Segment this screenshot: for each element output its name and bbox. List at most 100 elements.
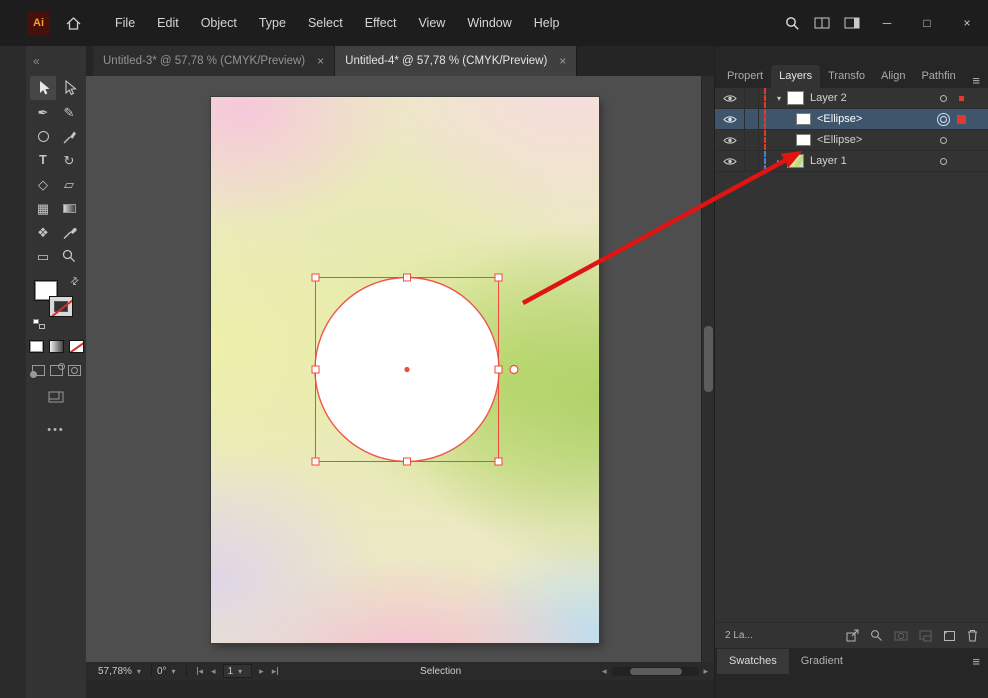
search-icon[interactable] — [785, 16, 800, 31]
paintbrush-tool[interactable] — [56, 124, 82, 148]
layer-row-ellipse[interactable]: <Ellipse> — [715, 130, 988, 151]
expand-icon[interactable]: ▾ — [771, 94, 787, 103]
artboard-navigation-dropdown[interactable]: 1 ▾ — [223, 664, 253, 678]
home-icon[interactable] — [65, 16, 82, 31]
tab-pathfinder[interactable]: Pathfin — [913, 65, 963, 88]
previous-artboard-button[interactable]: ◂ — [207, 666, 220, 677]
lock-column[interactable] — [745, 88, 759, 108]
layer-thumbnail[interactable] — [787, 91, 804, 105]
app-logo[interactable]: Ai — [27, 12, 50, 35]
layer-name[interactable]: Layer 2 — [810, 92, 934, 104]
horizontal-scrollbar-thumb[interactable] — [630, 668, 682, 675]
zoom-dropdown-icon[interactable]: ▾ — [132, 667, 146, 676]
zoom-level[interactable]: 57,78% — [98, 666, 132, 677]
layer-name[interactable]: <Ellipse> — [817, 113, 934, 125]
artboard-tool[interactable]: ▭ — [30, 244, 56, 268]
selection-indicator[interactable] — [952, 96, 970, 101]
layer-row-layer1[interactable]: ▸ Layer 1 — [715, 151, 988, 172]
zoom-tool[interactable] — [56, 244, 82, 268]
tab-align[interactable]: Align — [873, 65, 913, 88]
shear-tool[interactable]: ▱ — [56, 172, 82, 196]
pen-tool[interactable]: ✒ — [30, 100, 56, 124]
menu-type[interactable]: Type — [248, 16, 297, 30]
horizontal-scrollbar[interactable]: ◂ ▸ — [598, 662, 714, 680]
edit-toolbar-button[interactable]: ••• — [47, 424, 65, 436]
mesh-tool[interactable]: ▦ — [30, 196, 56, 220]
rotation-value[interactable]: 0° — [157, 666, 167, 677]
gradient-tool[interactable] — [56, 196, 82, 220]
draw-inside-button[interactable] — [68, 365, 81, 376]
last-artboard-button[interactable]: ▸ — [268, 666, 284, 677]
ellipse-tool[interactable] — [30, 124, 56, 148]
selection-tool[interactable] — [30, 76, 56, 100]
tab-layers[interactable]: Layers — [771, 65, 820, 88]
object-thumbnail[interactable] — [796, 134, 811, 146]
eyedropper-tool[interactable] — [56, 220, 82, 244]
scroll-left-icon[interactable]: ◂ — [598, 666, 611, 677]
tab-swatches[interactable]: Swatches — [717, 649, 789, 674]
scroll-right-icon[interactable]: ▸ — [699, 666, 712, 677]
canvas-area[interactable] — [86, 76, 714, 662]
rotate-tool[interactable]: ↻ — [56, 148, 82, 172]
collect-for-export-icon[interactable] — [846, 629, 859, 642]
tab-transform[interactable]: Transfo — [820, 65, 873, 88]
none-button[interactable] — [69, 340, 84, 353]
visibility-toggle[interactable] — [715, 151, 745, 171]
panel-menu-icon[interactable]: ≡ — [972, 73, 980, 88]
visibility-toggle[interactable] — [715, 130, 745, 150]
draw-behind-button[interactable] — [50, 365, 63, 376]
minimize-button[interactable]: ─ — [874, 16, 900, 30]
make-clipping-mask-icon[interactable] — [894, 630, 908, 642]
next-artboard-button[interactable]: ▸ — [255, 666, 268, 677]
default-fill-stroke-icon[interactable] — [33, 319, 45, 329]
close-tab-icon[interactable]: × — [559, 54, 566, 68]
menu-object[interactable]: Object — [190, 16, 248, 30]
color-button[interactable] — [29, 340, 44, 353]
expand-icon[interactable]: ▸ — [771, 157, 787, 166]
lock-column[interactable] — [745, 151, 759, 171]
screen-mode-button[interactable] — [48, 390, 64, 408]
vertical-scrollbar-thumb[interactable] — [704, 326, 713, 392]
selection-indicator[interactable] — [952, 115, 970, 124]
pencil-tool[interactable]: ✎ — [56, 100, 82, 124]
scale-tool[interactable]: ◇ — [30, 172, 56, 196]
layer-name[interactable]: Layer 1 — [810, 155, 934, 167]
vertical-scrollbar[interactable] — [701, 76, 714, 662]
stroke-swatch[interactable] — [49, 296, 73, 317]
layer-name[interactable]: <Ellipse> — [817, 134, 934, 146]
menu-help[interactable]: Help — [523, 16, 571, 30]
menu-effect[interactable]: Effect — [354, 16, 408, 30]
create-sublayer-icon[interactable] — [919, 630, 932, 642]
lock-column[interactable] — [745, 109, 759, 129]
tab-gradient[interactable]: Gradient — [789, 649, 855, 674]
visibility-toggle[interactable] — [715, 88, 745, 108]
menu-file[interactable]: File — [104, 16, 146, 30]
tab-properties[interactable]: Propert — [719, 65, 771, 88]
menu-window[interactable]: Window — [456, 16, 522, 30]
close-tab-icon[interactable]: × — [317, 54, 324, 68]
arrange-documents-icon[interactable] — [814, 17, 830, 29]
menu-edit[interactable]: Edit — [146, 16, 190, 30]
workspace-switcher-icon[interactable] — [844, 17, 860, 29]
target-icon[interactable] — [934, 158, 952, 165]
lock-column[interactable] — [745, 130, 759, 150]
layer-thumbnail[interactable] — [787, 154, 804, 168]
gradient-button[interactable] — [49, 340, 64, 353]
document-tab-untitled3[interactable]: Untitled-3* @ 57,78 % (CMYK/Preview) × — [93, 46, 335, 76]
menu-select[interactable]: Select — [297, 16, 354, 30]
document-tab-untitled4[interactable]: Untitled-4* @ 57,78 % (CMYK/Preview) × — [335, 46, 577, 76]
restore-button[interactable]: □ — [914, 16, 940, 30]
rotation-dropdown-icon[interactable]: ▾ — [167, 667, 181, 676]
menu-view[interactable]: View — [407, 16, 456, 30]
panel-menu-icon[interactable]: ≡ — [972, 654, 980, 669]
target-icon-selected[interactable] — [934, 116, 952, 123]
layer-row-ellipse-selected[interactable]: <Ellipse> — [715, 109, 988, 130]
target-icon[interactable] — [934, 137, 952, 144]
blend-tool[interactable]: ❖ — [30, 220, 56, 244]
draw-normal-button[interactable] — [32, 365, 45, 376]
locate-object-icon[interactable] — [870, 629, 883, 642]
type-tool[interactable]: T — [30, 148, 56, 172]
object-thumbnail[interactable] — [796, 113, 811, 125]
swap-fill-stroke-icon[interactable]: ⇄ — [68, 275, 82, 289]
create-new-layer-icon[interactable] — [943, 630, 956, 642]
